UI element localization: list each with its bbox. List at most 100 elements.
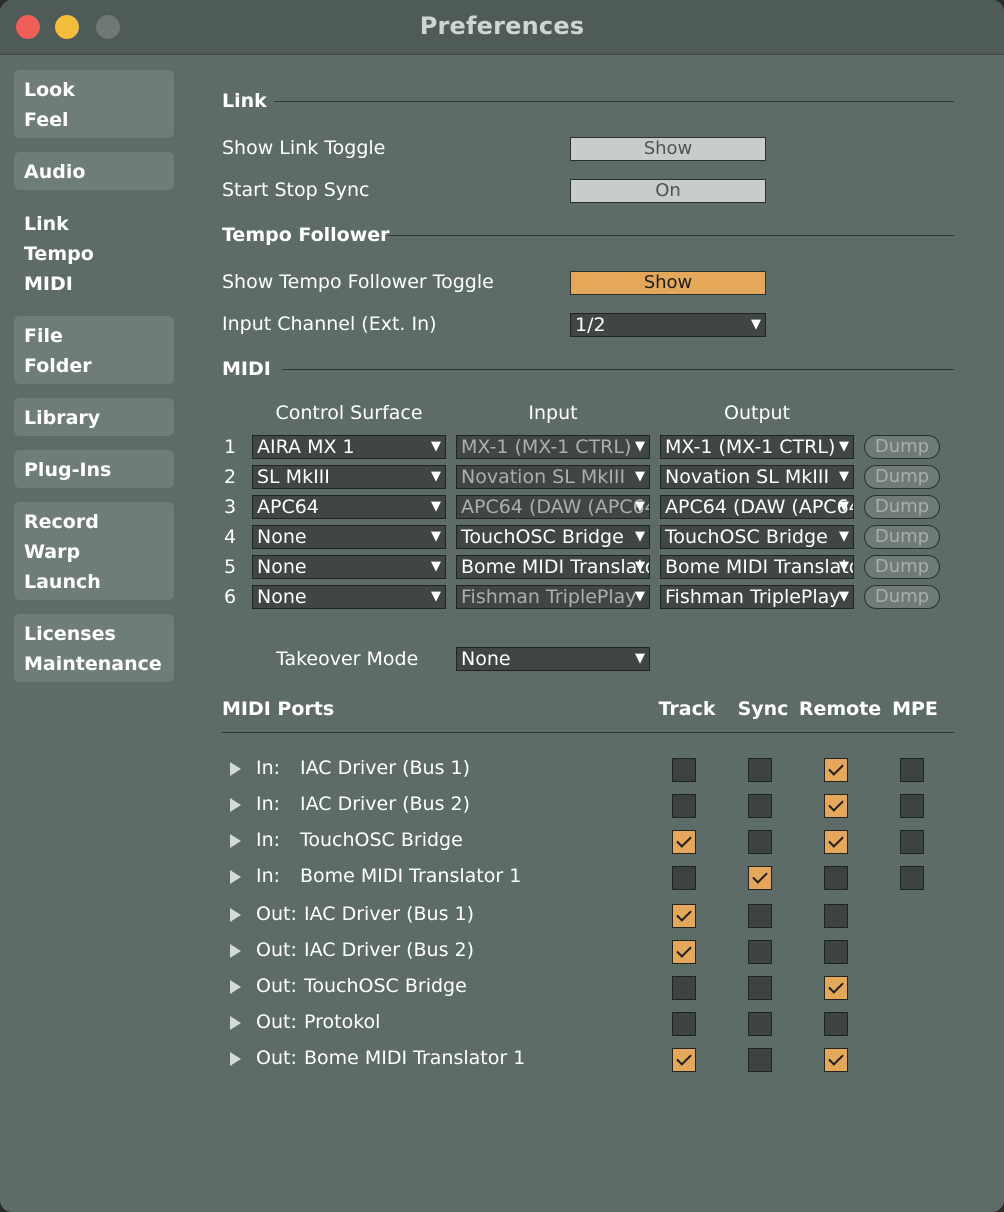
expand-port-triangle-icon[interactable] <box>230 908 241 922</box>
sidebar-item-link-tempo-midi[interactable]: Link Tempo MIDI <box>0 204 190 302</box>
remote-checkbox[interactable] <box>824 940 848 964</box>
sync-checkbox[interactable] <box>748 1012 772 1036</box>
port-direction: In: <box>256 829 281 851</box>
control-surface-dropdown[interactable]: AIRA MX 1 ▼ <box>252 435 446 459</box>
expand-port-triangle-icon[interactable] <box>230 798 241 812</box>
mpe-checkbox[interactable] <box>900 830 924 854</box>
sidebar-item-record-warp-launch[interactable]: Record Warp Launch <box>14 502 174 600</box>
dropdown-value: Novation SL MkIII <box>461 466 626 488</box>
sync-checkbox[interactable] <box>748 866 772 890</box>
remote-checkbox[interactable] <box>824 830 848 854</box>
dump-button[interactable]: Dump <box>864 585 940 609</box>
start-stop-sync-button[interactable]: On <box>570 179 766 203</box>
track-checkbox[interactable] <box>672 866 696 890</box>
remote-checkbox[interactable] <box>824 758 848 782</box>
midi-input-dropdown[interactable]: MX-1 (MX-1 CTRL) ▼ <box>456 435 650 459</box>
remote-checkbox[interactable] <box>824 1048 848 1072</box>
sync-checkbox[interactable] <box>748 976 772 1000</box>
track-checkbox[interactable] <box>672 1012 696 1036</box>
remote-checkbox[interactable] <box>824 976 848 1000</box>
mpe-checkbox[interactable] <box>900 758 924 782</box>
midi-output-dropdown[interactable]: Novation SL MkIII ▼ <box>660 465 854 489</box>
sidebar-item-file-folder[interactable]: File Folder <box>14 316 174 384</box>
midi-output-dropdown[interactable]: APC64 (DAW (APC64))▼ <box>660 495 854 519</box>
track-checkbox[interactable] <box>672 904 696 928</box>
expand-port-triangle-icon[interactable] <box>230 870 241 884</box>
control-surface-dropdown[interactable]: None ▼ <box>252 585 446 609</box>
midi-input-dropdown[interactable]: APC64 (DAW (APC64))▼ <box>456 495 650 519</box>
mpe-checkbox[interactable] <box>900 794 924 818</box>
dropdown-arrow-icon: ▼ <box>431 499 441 514</box>
expand-port-triangle-icon[interactable] <box>230 834 241 848</box>
mpe-checkbox[interactable] <box>900 866 924 890</box>
sync-checkbox[interactable] <box>748 794 772 818</box>
midi-output-dropdown[interactable]: Bome MIDI Translator ▼ <box>660 555 854 579</box>
expand-port-triangle-icon[interactable] <box>230 1052 241 1066</box>
dump-button[interactable]: Dump <box>864 525 940 549</box>
remote-checkbox[interactable] <box>824 1012 848 1036</box>
midi-output-dropdown[interactable]: TouchOSC Bridge ▼ <box>660 525 854 549</box>
remote-checkbox[interactable] <box>824 866 848 890</box>
sidebar-item-licenses-maintenance[interactable]: Licenses Maintenance <box>14 614 174 682</box>
remote-checkbox[interactable] <box>824 794 848 818</box>
midi-input-dropdown[interactable]: Bome MIDI Translator ▼ <box>456 555 650 579</box>
start-stop-sync-label: Start Stop Sync <box>222 179 370 201</box>
track-checkbox[interactable] <box>672 794 696 818</box>
sidebar-item-audio[interactable]: Audio <box>14 152 174 190</box>
dropdown-value: APC64 <box>257 496 319 518</box>
remote-checkbox[interactable] <box>824 904 848 928</box>
show-tempo-follower-toggle-label: Show Tempo Follower Toggle <box>222 271 494 293</box>
track-checkbox[interactable] <box>672 1048 696 1072</box>
dropdown-arrow-icon: ▼ <box>431 589 441 604</box>
show-tempo-follower-toggle-button[interactable]: Show <box>570 271 766 295</box>
sidebar-item-label: Warp <box>24 541 81 563</box>
dropdown-arrow-icon: ▼ <box>839 439 849 454</box>
dump-button[interactable]: Dump <box>864 495 940 519</box>
midi-input-dropdown[interactable]: Novation SL MkIII ▼ <box>456 465 650 489</box>
dropdown-arrow-icon: ▼ <box>839 499 849 514</box>
sidebar-item-label: MIDI <box>24 273 73 295</box>
dropdown-value: 1/2 <box>575 314 606 336</box>
sidebar-item-label: Link <box>24 213 69 235</box>
dump-button[interactable]: Dump <box>864 555 940 579</box>
dump-button[interactable]: Dump <box>864 465 940 489</box>
midi-input-dropdown[interactable]: TouchOSC Bridge ▼ <box>456 525 650 549</box>
expand-port-triangle-icon[interactable] <box>230 762 241 776</box>
track-checkbox[interactable] <box>672 940 696 964</box>
expand-port-triangle-icon[interactable] <box>230 1016 241 1030</box>
track-checkbox[interactable] <box>672 976 696 1000</box>
sync-checkbox[interactable] <box>748 904 772 928</box>
dump-button[interactable]: Dump <box>864 435 940 459</box>
dropdown-value: APC64 (DAW (APC64)) <box>665 496 853 518</box>
sync-checkbox[interactable] <box>748 758 772 782</box>
midi-input-dropdown[interactable]: Fishman TriplePlay ▼ <box>456 585 650 609</box>
midi-output-dropdown[interactable]: MX-1 (MX-1 CTRL) ▼ <box>660 435 854 459</box>
sidebar-item-library[interactable]: Library <box>14 398 174 436</box>
sidebar-item-label: Folder <box>24 355 92 377</box>
control-surface-dropdown[interactable]: None ▼ <box>252 555 446 579</box>
sidebar-item-label: Licenses <box>24 623 116 645</box>
control-surface-dropdown[interactable]: SL MkIII ▼ <box>252 465 446 489</box>
tempo-follower-section-title: Tempo Follower <box>222 224 390 246</box>
expand-port-triangle-icon[interactable] <box>230 980 241 994</box>
track-checkbox[interactable] <box>672 830 696 854</box>
dropdown-value: SL MkIII <box>257 466 330 488</box>
port-name: Protokol <box>304 1011 381 1033</box>
sidebar-item-plug-ins[interactable]: Plug-Ins <box>14 450 174 488</box>
input-column-header: Input <box>528 402 578 424</box>
expand-port-triangle-icon[interactable] <box>230 944 241 958</box>
sidebar-item-look-feel[interactable]: Look Feel <box>14 70 174 138</box>
sync-checkbox[interactable] <box>748 1048 772 1072</box>
show-link-toggle-button[interactable]: Show <box>570 137 766 161</box>
control-surface-dropdown[interactable]: None ▼ <box>252 525 446 549</box>
surface-row-number: 1 <box>224 436 237 458</box>
sidebar-item-label: File <box>24 325 63 347</box>
takeover-mode-dropdown[interactable]: None ▼ <box>456 647 650 671</box>
midi-output-dropdown[interactable]: Fishman TriplePlay ▼ <box>660 585 854 609</box>
control-surface-dropdown[interactable]: APC64 ▼ <box>252 495 446 519</box>
surface-row-number: 6 <box>224 586 237 608</box>
sync-checkbox[interactable] <box>748 830 772 854</box>
sync-checkbox[interactable] <box>748 940 772 964</box>
track-checkbox[interactable] <box>672 758 696 782</box>
input-channel-dropdown[interactable]: 1/2 ▼ <box>570 313 766 337</box>
